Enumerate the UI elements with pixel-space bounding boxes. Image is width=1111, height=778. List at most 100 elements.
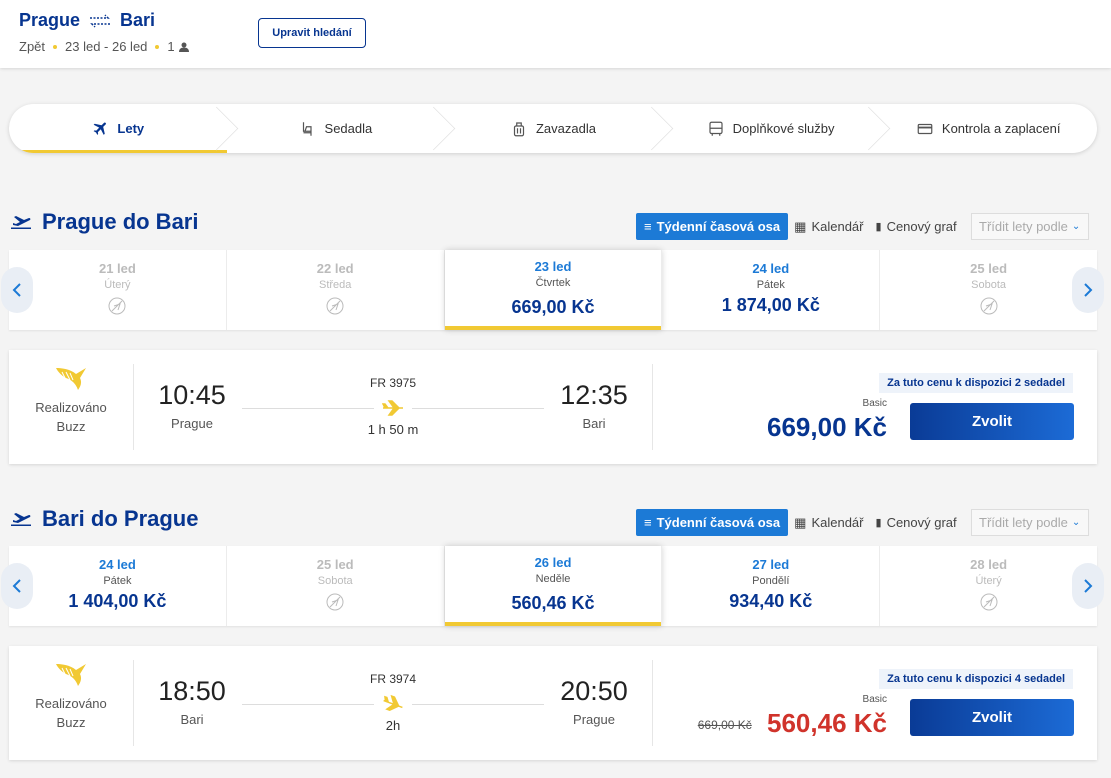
tab-price-graph[interactable]: ▮ Cenový graf [870, 213, 963, 240]
select-flight-button[interactable]: Zvolit [910, 403, 1074, 440]
ryanair-harp-icon [56, 368, 86, 390]
plane-icon [94, 122, 107, 135]
tab-weekly-timeline[interactable]: ≡ Týdenní časová osa [636, 509, 789, 536]
divider [652, 660, 653, 746]
takeoff-icon [11, 513, 31, 526]
step-seats[interactable]: Sedadla [227, 104, 445, 153]
flight-number: FR 3975 [369, 376, 417, 390]
price-value: 669,00 Kč [767, 412, 887, 442]
step-extras[interactable]: Doplňkové služby [662, 104, 880, 153]
edit-search-button[interactable]: Upravit hledání [258, 18, 366, 48]
outbound-flight-card: Realizováno Buzz 10:45 Prague FR 3975 1 … [9, 350, 1097, 464]
next-dates-button[interactable] [1072, 563, 1104, 609]
inbound-title: Bari do Prague [10, 506, 198, 532]
booking-steps: Lety Sedadla Zavazadla Doplňkové služby … [9, 104, 1097, 153]
fare-type: Basic [862, 398, 887, 409]
date-label: 24 led [98, 557, 136, 572]
seats-available-badge: Za tuto cenu k dispozici 4 sedadel [879, 669, 1073, 689]
date-label: 22 led [316, 261, 354, 276]
inbound-view-tabs: ≡ Týdenní časová osa ▦ Kalendář ▮ Cenový… [636, 509, 1089, 536]
date-cell[interactable]: 24 led Pátek 1 404,00 Kč [9, 546, 227, 626]
flight-duration: 1 h 50 m [367, 422, 419, 437]
step-flights[interactable]: Lety [9, 104, 227, 153]
sort-label: Třídit lety podle [979, 219, 1068, 234]
date-label: 26 led [534, 555, 572, 570]
route-line [412, 704, 544, 705]
chevron-left-icon [12, 283, 21, 297]
sort-dropdown[interactable]: Třídit lety podle ⌄ [970, 509, 1089, 536]
trip-type: Zpět [19, 39, 46, 54]
date-cell[interactable]: 24 led Pátek 1 874,00 Kč [662, 250, 881, 330]
tab-weekly-timeline[interactable]: ≡ Týdenní časová osa [636, 213, 789, 240]
flight-number: FR 3974 [369, 672, 417, 686]
day-label: Úterý [975, 575, 1002, 587]
date-cell: 28 led Úterý [880, 546, 1097, 626]
list-icon: ≡ [644, 219, 652, 234]
step-checkout[interactable]: Kontrola a zaplacení [879, 104, 1097, 153]
date-cell[interactable]: 27 led Pondělí 934,40 Kč [662, 546, 881, 626]
tab-label: Cenový graf [886, 515, 957, 530]
bar-chart-icon: ▮ [875, 221, 882, 233]
trip-dates: 23 led - 26 led [65, 39, 148, 54]
prev-dates-button[interactable] [1, 563, 33, 609]
day-label: Sobota [317, 575, 353, 587]
step-label: Lety [117, 121, 145, 136]
select-flight-button[interactable]: Zvolit [910, 699, 1074, 736]
date-cell-selected[interactable]: 23 led Čtvrtek 669,00 Kč [444, 250, 663, 330]
round-trip-icon [90, 13, 111, 28]
date-price: 560,46 Kč [511, 593, 595, 613]
plane-landing-icon [383, 694, 403, 712]
day-label: Neděle [535, 573, 571, 585]
ryanair-harp-icon [56, 664, 86, 686]
day-label: Pondělí [752, 575, 790, 587]
date-price: 669,00 Kč [511, 297, 595, 317]
prev-dates-button[interactable] [1, 267, 33, 313]
date-cell-selected[interactable]: 26 led Neděle 560,46 Kč [444, 546, 663, 626]
day-label: Čtvrtek [535, 277, 571, 289]
flight-route: FR 3975 1 h 50 m [242, 374, 544, 444]
outbound-date-carousel: 21 led Úterý 22 led Středa 23 led Čtvrte… [9, 250, 1097, 330]
sort-dropdown[interactable]: Třídit lety podle ⌄ [970, 213, 1089, 240]
person-icon [178, 42, 189, 52]
date-label: 27 led [752, 557, 790, 572]
trip-meta: Zpět 23 led - 26 led 1 [19, 39, 189, 54]
operator-name: Realizováno Buzz [35, 696, 107, 730]
seats-available-badge: Za tuto cenu k dispozici 2 sedadel [879, 373, 1073, 393]
chevron-left-icon [12, 579, 21, 593]
original-price: 669,00 Kč [697, 718, 752, 733]
flight-route: FR 3974 2h [242, 670, 544, 740]
departure: 18:50 Bari [137, 676, 247, 727]
list-icon: ≡ [644, 515, 652, 530]
no-flight-icon [326, 593, 344, 611]
step-luggage[interactable]: Zavazadla [444, 104, 662, 153]
step-label: Doplňkové služby [732, 121, 835, 136]
day-label: Sobota [971, 279, 1007, 291]
tab-calendar[interactable]: ▦ Kalendář [788, 509, 869, 536]
passenger-count: 1 [167, 39, 175, 54]
operator: Realizováno Buzz [9, 364, 134, 450]
date-price: 1 404,00 Kč [68, 591, 167, 611]
no-flight-icon [108, 297, 126, 315]
route-line [242, 704, 374, 705]
day-label: Pátek [756, 279, 785, 291]
next-dates-button[interactable] [1072, 267, 1104, 313]
tab-label: Týdenní časová osa [656, 219, 781, 234]
date-cell: 21 led Úterý [9, 250, 227, 330]
arrival: 20:50 Prague [539, 676, 649, 727]
section-heading: Bari do Prague [42, 506, 199, 531]
no-flight-icon [326, 297, 344, 315]
date-price: 1 874,00 Kč [721, 295, 820, 315]
tab-label: Týdenní časová osa [656, 515, 781, 530]
flight-duration: 2h [385, 718, 401, 733]
tab-calendar[interactable]: ▦ Kalendář [788, 213, 869, 240]
date-cell: 22 led Středa [227, 250, 445, 330]
operator: Realizováno Buzz [9, 660, 134, 746]
arrival-time: 12:35 [560, 380, 628, 410]
tab-price-graph[interactable]: ▮ Cenový graf [870, 509, 963, 536]
date-cell: 25 led Sobota [880, 250, 1097, 330]
step-label: Kontrola a zaplacení [941, 121, 1061, 136]
luggage-icon [513, 121, 525, 136]
destination-city: Bari [120, 10, 156, 30]
arrival-city: Bari [582, 416, 606, 431]
plane-icon [382, 400, 403, 416]
